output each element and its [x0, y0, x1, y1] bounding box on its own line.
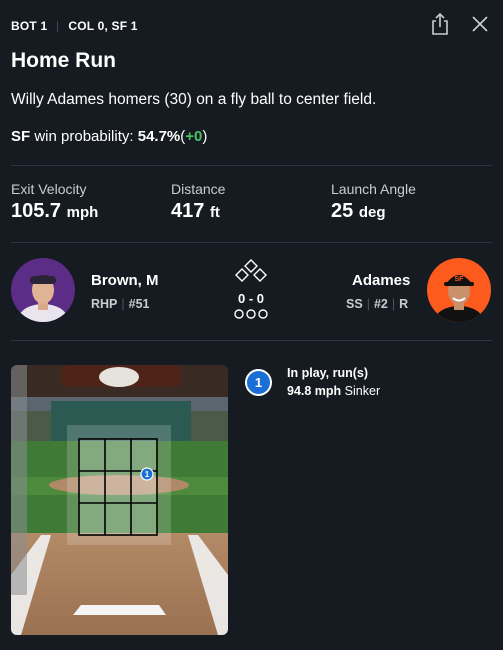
- batter-position: SS: [346, 297, 363, 311]
- pitch-type: Sinker: [344, 384, 381, 398]
- stat-distance: Distance 417 ft: [171, 181, 225, 223]
- score-label: COL 0, SF 1: [68, 19, 138, 33]
- share-icon[interactable]: [429, 12, 451, 36]
- pitcher-name[interactable]: Brown, M: [91, 272, 159, 289]
- batter-bats: R: [399, 297, 409, 311]
- pitcher-number: #51: [128, 297, 150, 311]
- play-description: Willy Adames homers (30) on a fly ball t…: [11, 91, 377, 108]
- stat-value: 105.7: [11, 200, 62, 222]
- stat-label: Launch Angle: [331, 181, 416, 197]
- win-prob-close: ): [202, 128, 208, 145]
- svg-text:1: 1: [145, 470, 150, 479]
- divider: [11, 165, 492, 166]
- close-icon[interactable]: [471, 15, 489, 33]
- stat-exit-velocity: Exit Velocity 105.7 mph: [11, 181, 98, 223]
- bases-icon: [235, 259, 267, 282]
- pitch-location-image: 1: [11, 365, 228, 635]
- svg-text:SF: SF: [455, 276, 465, 283]
- win-probability: SF win probability: 54.7%(+0): [11, 128, 207, 145]
- count-display: 0 - 0: [228, 258, 274, 327]
- win-prob-value: 54.7%: [137, 128, 181, 145]
- game-status: BOT 1 COL 0, SF 1: [11, 19, 138, 33]
- pitch-speed: 94.8 mph: [287, 384, 342, 398]
- win-prob-label: win probability:: [34, 128, 134, 145]
- stat-value: 417: [171, 200, 205, 222]
- pitcher-hand: RHP: [91, 297, 118, 311]
- stat-launch-angle: Launch Angle 25 deg: [331, 181, 416, 223]
- pitcher-meta: RHP | #51: [91, 297, 150, 311]
- batter-avatar[interactable]: SF: [427, 258, 491, 322]
- inning-label: BOT 1: [11, 19, 48, 33]
- stat-unit: deg: [358, 204, 386, 221]
- stat-label: Distance: [171, 181, 226, 197]
- ball-strike-count: 0 - 0: [237, 291, 264, 306]
- divider: [11, 340, 492, 341]
- batter-number: #2: [373, 297, 388, 311]
- stat-unit: mph: [66, 204, 99, 221]
- play-title: Home Run: [11, 49, 116, 72]
- stat-label: Exit Velocity: [11, 181, 87, 197]
- pitch-result: In play, run(s): [287, 366, 369, 380]
- divider: [57, 20, 59, 32]
- stat-value: 25: [331, 200, 354, 222]
- divider: [11, 242, 492, 243]
- batter-name[interactable]: Adames: [352, 272, 410, 289]
- pitcher-avatar[interactable]: [11, 258, 75, 322]
- stat-unit: ft: [209, 204, 220, 221]
- pitch-number-badge[interactable]: 1: [245, 369, 272, 396]
- outs-icon: [234, 309, 268, 319]
- pitch-detail: 94.8 mph Sinker: [287, 384, 380, 398]
- win-prob-delta: +0: [185, 128, 203, 145]
- win-prob-team: SF: [11, 128, 31, 145]
- batter-meta: SS | #2 | R: [346, 297, 409, 311]
